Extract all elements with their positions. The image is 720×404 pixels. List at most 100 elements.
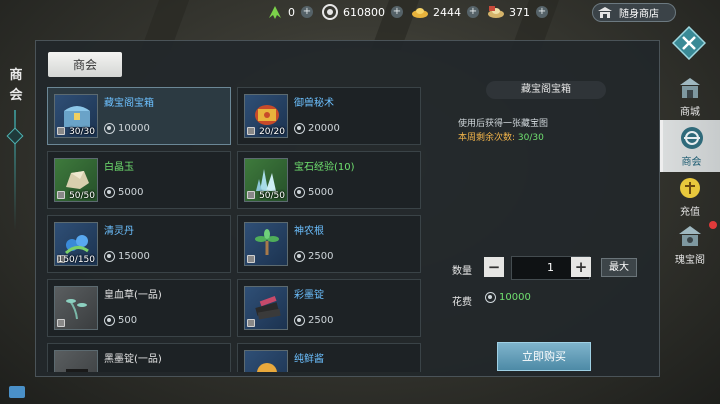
green-arrow-icon: [269, 6, 281, 19]
tab-guild[interactable]: 商会: [48, 52, 122, 77]
item-name: 黑墨锭(一品): [104, 354, 162, 365]
mall-icon: [680, 78, 700, 98]
item-price-value: 5000: [308, 187, 334, 198]
resource-bound-ingot: 371 +: [487, 4, 548, 20]
chat-icon[interactable]: [9, 386, 25, 398]
item-name: 彩墨锭: [294, 290, 324, 301]
portable-shop-label: 随身商店: [619, 9, 659, 20]
lock-icon: [57, 319, 65, 327]
shop-item[interactable]: 神农根 2500: [237, 215, 421, 273]
cost-label: 花费: [452, 297, 472, 308]
item-price: 15000: [104, 251, 150, 262]
item-count: 150/150: [57, 255, 95, 265]
item-name: 白晶玉: [104, 162, 134, 173]
bound-ingot-icon: [488, 6, 504, 18]
weekly-remaining: 本周剩余次数: 30/30: [458, 130, 544, 143]
guild-icon: [680, 127, 703, 149]
add-resource-button[interactable]: +: [301, 6, 313, 18]
item-thumbnail: [244, 286, 288, 330]
coin-icon: [104, 187, 115, 198]
shop-item[interactable]: 皇血草(一品) 500: [47, 279, 231, 337]
gold-ingot-icon: [412, 8, 428, 18]
item-name: 宝石经验(10): [294, 162, 355, 173]
cost-value: 10000: [485, 292, 531, 303]
item-price: 5000: [104, 187, 143, 198]
detail-title: 藏宝阁宝箱: [486, 81, 606, 99]
recharge-icon: [680, 178, 700, 198]
nav-mall[interactable]: 商城: [660, 70, 720, 122]
shop-item[interactable]: 黑墨锭(一品): [47, 343, 231, 372]
cost-amount: 10000: [499, 292, 531, 303]
item-price: 10000: [104, 123, 150, 134]
close-icon[interactable]: [672, 26, 706, 60]
item-count: 20/20: [259, 127, 285, 137]
beast-scroll-icon: [255, 105, 279, 125]
item-thumbnail: [54, 286, 98, 330]
item-price: 5000: [294, 187, 333, 198]
nav-label: 瑰宝阁: [675, 255, 705, 266]
coin-icon: [294, 123, 305, 134]
item-name: 清灵丹: [104, 226, 134, 237]
lock-icon: [247, 191, 255, 199]
add-resource-button[interactable]: +: [391, 6, 403, 18]
item-thumbnail: 150/150: [54, 222, 98, 266]
shop-item[interactable]: 50/50 宝石经验(10) 5000: [237, 151, 421, 209]
notification-dot: [709, 221, 717, 229]
lock-icon: [57, 191, 65, 199]
lock-icon: [57, 127, 65, 135]
item-thumbnail: 20/20: [244, 94, 288, 138]
buy-now-button[interactable]: 立即购买: [497, 342, 591, 371]
spirit-pill-icon: [64, 235, 89, 255]
black-ink-icon: [66, 369, 88, 372]
item-thumbnail: 30/30: [54, 94, 98, 138]
item-name: 神农根: [294, 226, 324, 237]
item-price: 20000: [294, 123, 340, 134]
nav-guild[interactable]: 商会: [660, 120, 720, 172]
add-resource-button[interactable]: +: [536, 6, 548, 18]
shop-item[interactable]: 20/20 御兽秘术 20000: [237, 87, 421, 145]
shop-panel: 商会 30/30 藏宝阁宝箱 10000 20/20 御兽秘术 20000 50…: [35, 40, 660, 377]
item-count: 50/50: [69, 191, 95, 201]
shop-item[interactable]: 纯鲜酱: [237, 343, 421, 372]
treasure-chest-icon: [64, 106, 90, 127]
item-thumbnail: [244, 350, 288, 372]
treasure-pavilion-icon: [679, 226, 701, 246]
nav-label: 充值: [680, 207, 700, 218]
shop-stall-icon: [598, 6, 612, 18]
coin-icon: [294, 315, 305, 326]
resource-arrow: 0 +: [266, 4, 313, 20]
shop-item[interactable]: 30/30 藏宝阁宝箱 10000: [47, 87, 231, 145]
resource-bar: 0 + 610800 + 2444 + 371 +: [266, 0, 556, 24]
shop-item[interactable]: 彩墨锭 2500: [237, 279, 421, 337]
lock-icon: [247, 127, 255, 135]
max-quantity-button[interactable]: 最大: [601, 258, 637, 277]
resource-value: 371: [509, 5, 530, 19]
item-price-value: 10000: [118, 123, 150, 134]
coin-icon: [485, 292, 496, 303]
portable-shop-button[interactable]: 随身商店: [592, 3, 676, 22]
item-price: 2500: [294, 251, 333, 262]
decrease-quantity-button[interactable]: −: [484, 257, 504, 277]
nav-label: 商会: [681, 157, 702, 168]
item-price-value: 2500: [308, 251, 334, 262]
item-name: 纯鲜酱: [294, 354, 324, 365]
add-resource-button[interactable]: +: [467, 6, 479, 18]
nav-recharge[interactable]: 充值: [660, 170, 720, 222]
shop-item[interactable]: 150/150 清灵丹 15000: [47, 215, 231, 273]
resource-gold-ingot: 2444 +: [411, 4, 479, 20]
resource-coin: 610800 +: [321, 4, 403, 20]
sauce-icon: [257, 363, 277, 372]
coin-icon: [294, 187, 305, 198]
page-title: 商会: [9, 68, 23, 103]
item-price: 500: [104, 315, 137, 326]
ink-stick-icon: [255, 296, 281, 320]
herb-root-icon: [255, 229, 279, 255]
shop-item[interactable]: 50/50 白晶玉 5000: [47, 151, 231, 209]
coin-icon: [104, 315, 115, 326]
resource-value: 0: [288, 5, 295, 19]
detail-description: 使用后获得一张藏宝图: [458, 119, 549, 129]
coin-icon: [322, 4, 338, 20]
increase-quantity-button[interactable]: +: [571, 257, 591, 277]
lock-icon: [247, 255, 255, 263]
lock-icon: [247, 319, 255, 327]
